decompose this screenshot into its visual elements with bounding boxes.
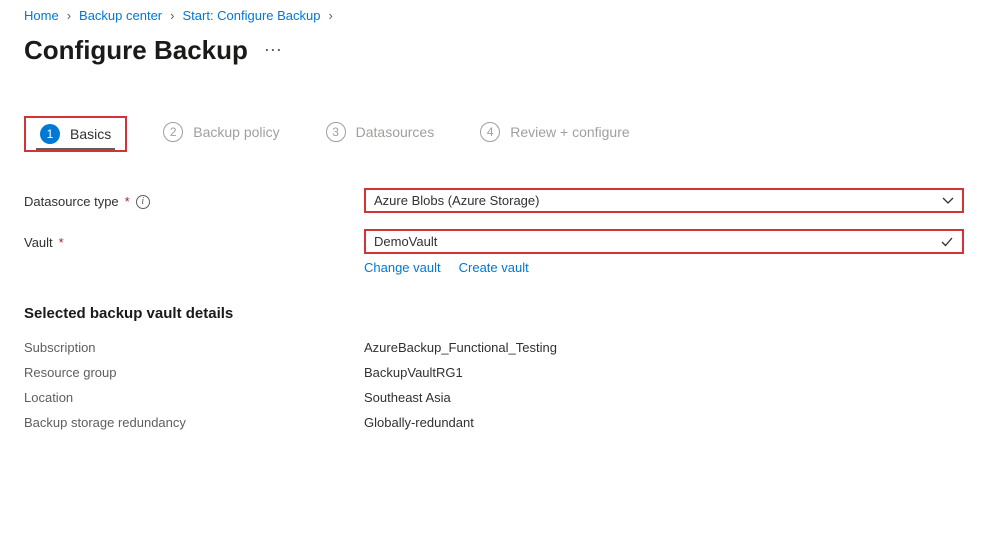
- section-title-vault-details: Selected backup vault details: [24, 305, 980, 322]
- tab-label: Datasources: [356, 124, 435, 140]
- chevron-right-icon: ›: [67, 8, 71, 23]
- step-number-icon: 4: [480, 122, 500, 142]
- link-change-vault[interactable]: Change vault: [364, 260, 441, 275]
- page-title: Configure Backup: [24, 35, 248, 66]
- select-value: Azure Blobs (Azure Storage): [374, 193, 539, 208]
- required-indicator: *: [59, 235, 64, 250]
- info-icon[interactable]: i: [136, 195, 150, 209]
- row-datasource-type: Datasource type * i Azure Blobs (Azure S…: [24, 188, 980, 213]
- row-vault: Vault * DemoVault Change vault Create va…: [24, 229, 980, 275]
- chevron-down-icon: [942, 195, 954, 207]
- chevron-right-icon: ›: [170, 8, 174, 23]
- detail-label: Resource group: [24, 365, 364, 380]
- detail-row-redundancy: Backup storage redundancy Globally-redun…: [24, 415, 980, 430]
- tab-datasources[interactable]: 3 Datasources: [316, 116, 445, 152]
- vault-action-links: Change vault Create vault: [364, 260, 964, 275]
- more-options-button[interactable]: ⋯: [264, 40, 284, 61]
- detail-label: Location: [24, 390, 364, 405]
- link-create-vault[interactable]: Create vault: [459, 260, 529, 275]
- chevron-right-icon: ›: [329, 8, 333, 23]
- label-vault: Vault *: [24, 229, 364, 250]
- step-number-icon: 1: [40, 124, 60, 144]
- detail-row-location: Location Southeast Asia: [24, 390, 980, 405]
- tab-review-configure[interactable]: 4 Review + configure: [470, 116, 639, 152]
- detail-value: Globally-redundant: [364, 415, 474, 430]
- detail-value: Southeast Asia: [364, 390, 451, 405]
- step-number-icon: 3: [326, 122, 346, 142]
- tab-backup-policy[interactable]: 2 Backup policy: [153, 116, 289, 152]
- detail-row-resource-group: Resource group BackupVaultRG1: [24, 365, 980, 380]
- required-indicator: *: [125, 194, 130, 209]
- select-vault[interactable]: DemoVault: [364, 229, 964, 254]
- breadcrumb-backup-center[interactable]: Backup center: [79, 8, 162, 23]
- step-number-icon: 2: [163, 122, 183, 142]
- breadcrumb-start-configure-backup[interactable]: Start: Configure Backup: [182, 8, 320, 23]
- breadcrumb: Home › Backup center › Start: Configure …: [24, 8, 980, 23]
- tab-basics[interactable]: 1 Basics: [24, 116, 127, 152]
- tab-label: Review + configure: [510, 124, 629, 140]
- wizard-tabs: 1 Basics 2 Backup policy 3 Datasources 4…: [24, 116, 980, 152]
- detail-label: Subscription: [24, 340, 364, 355]
- tab-label: Basics: [70, 126, 111, 142]
- tab-label: Backup policy: [193, 124, 279, 140]
- breadcrumb-home[interactable]: Home: [24, 8, 59, 23]
- page-header: Configure Backup ⋯: [24, 35, 980, 66]
- select-value: DemoVault: [374, 234, 437, 249]
- select-datasource-type[interactable]: Azure Blobs (Azure Storage): [364, 188, 964, 213]
- detail-row-subscription: Subscription AzureBackup_Functional_Test…: [24, 340, 980, 355]
- label-datasource-type: Datasource type * i: [24, 188, 364, 209]
- check-icon: [940, 235, 954, 249]
- detail-value: BackupVaultRG1: [364, 365, 463, 380]
- detail-label: Backup storage redundancy: [24, 415, 364, 430]
- detail-value: AzureBackup_Functional_Testing: [364, 340, 557, 355]
